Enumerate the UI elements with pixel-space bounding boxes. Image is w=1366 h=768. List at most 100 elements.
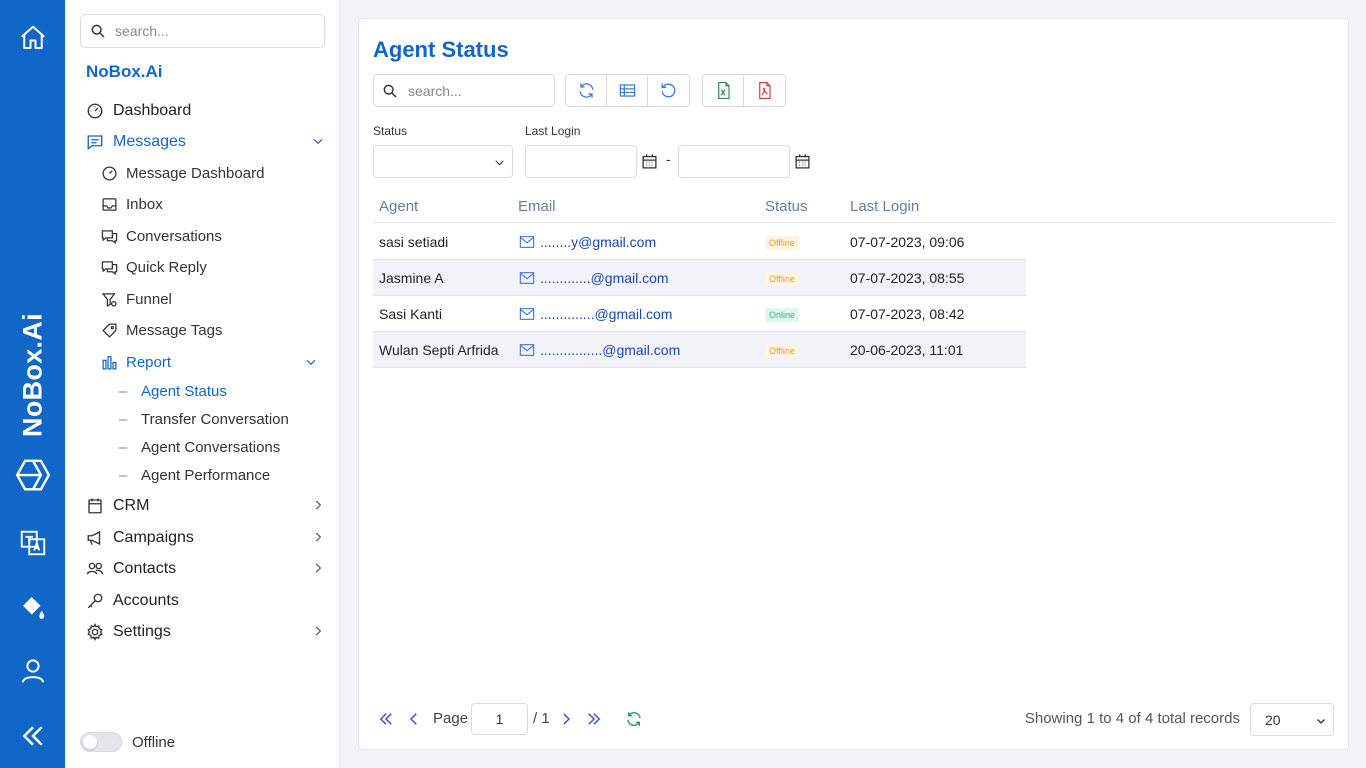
main-card: Agent Status search... Status Last Login…	[358, 18, 1349, 750]
mail-icon	[519, 344, 535, 356]
last-login: 07-07-2023, 08:42	[850, 306, 965, 322]
date-separator: -	[666, 151, 671, 167]
chat-icon	[99, 257, 119, 277]
page-number-input[interactable]: 1	[471, 703, 528, 735]
sidebar-item-conversations[interactable]: Conversations	[99, 224, 324, 248]
refresh-button[interactable]	[566, 75, 607, 106]
date-from-input[interactable]	[525, 145, 637, 178]
next-page-icon[interactable]	[557, 710, 575, 728]
sidebar-item-campaigns[interactable]: Campaigns	[85, 525, 330, 551]
pdf-icon	[759, 81, 771, 100]
excel-icon	[717, 81, 730, 100]
gear-icon	[85, 622, 105, 642]
agent-name: Jasmine A	[379, 270, 444, 286]
sidebar-item-crm[interactable]: CRM	[85, 493, 330, 519]
sidebar-search-input[interactable]: search...	[80, 14, 325, 48]
last-page-icon[interactable]	[585, 710, 603, 728]
column-header-agent[interactable]: Agent	[379, 198, 418, 215]
sidebar-item-transfer-conversation[interactable]: – Transfer Conversation	[119, 408, 324, 430]
sidebar-item-accounts[interactable]: Accounts	[85, 588, 330, 614]
last-login: 07-07-2023, 09:06	[850, 234, 965, 250]
agent-email[interactable]: .............@gmail.com	[519, 270, 669, 286]
sidebar-item-settings[interactable]: Settings	[85, 619, 330, 645]
last-login-filter-label: Last Login	[525, 124, 581, 138]
reset-button[interactable]	[648, 75, 689, 106]
sidebar-item-quick-reply[interactable]: Quick Reply	[99, 255, 324, 279]
refresh-icon[interactable]	[625, 710, 643, 728]
contacts-icon	[85, 559, 105, 579]
home-icon[interactable]	[16, 21, 50, 55]
chevron-right-icon	[315, 626, 322, 636]
column-header-status[interactable]: Status	[765, 198, 808, 215]
table-search-input[interactable]: search...	[373, 74, 555, 107]
columns-button[interactable]	[607, 75, 648, 106]
app-rail: NoBox.Ai	[0, 0, 65, 768]
page-title: Agent Status	[373, 37, 509, 62]
chevron-right-icon	[315, 532, 322, 542]
funnel-icon	[99, 289, 119, 309]
megaphone-icon	[85, 528, 105, 548]
crm-icon	[85, 496, 105, 516]
export-excel-button[interactable]	[703, 75, 744, 106]
table-row[interactable]: Sasi Kanti ..............@gmail.com Onli…	[373, 296, 1026, 332]
sidebar-item-agent-conversations[interactable]: – Agent Conversations	[119, 436, 324, 458]
sidebar-item-inbox[interactable]: Inbox	[99, 192, 324, 216]
agent-email[interactable]: ..............@gmail.com	[519, 306, 672, 322]
chevron-down-icon	[1317, 719, 1325, 724]
sidebar-item-contacts[interactable]: Contacts	[85, 556, 330, 582]
sidebar-item-funnel[interactable]: Funnel	[99, 287, 324, 311]
agent-name: Wulan Septi Arfrida	[379, 342, 499, 358]
message-icon	[85, 132, 105, 152]
records-summary: Showing 1 to 4 of 4 total records	[1024, 710, 1240, 727]
export-pdf-button[interactable]	[744, 75, 785, 106]
table-row[interactable]: Wulan Septi Arfrida ................@gma…	[373, 332, 1026, 368]
agent-email[interactable]: ........y@gmail.com	[519, 234, 656, 250]
calendar-icon[interactable]	[641, 153, 658, 170]
prev-page-icon[interactable]	[405, 710, 423, 728]
column-header-email[interactable]: Email	[518, 198, 556, 215]
translate-icon[interactable]	[16, 526, 50, 560]
last-login: 07-07-2023, 08:55	[850, 270, 965, 286]
search-icon	[383, 84, 397, 98]
chevron-down-icon	[306, 359, 316, 366]
user-icon[interactable]	[16, 654, 50, 688]
first-page-icon[interactable]	[377, 710, 395, 728]
table-toolbar	[565, 74, 690, 107]
status-badge: Online	[765, 308, 800, 322]
calendar-icon[interactable]	[794, 153, 811, 170]
sidebar-item-agent-status[interactable]: – Agent Status	[119, 380, 324, 402]
sidebar: search... NoBox.Ai Dashboard Messages Me…	[65, 0, 340, 768]
sidebar-item-agent-performance[interactable]: – Agent Performance	[119, 464, 324, 486]
key-icon	[85, 591, 105, 611]
tag-icon	[99, 320, 119, 340]
pagination: Page 1 / 1 Showing 1 to 4 of 4 total rec…	[373, 703, 1334, 736]
status-select[interactable]	[373, 145, 513, 178]
report-icon	[99, 352, 119, 372]
mail-icon	[519, 236, 535, 248]
column-header-last-login[interactable]: Last Login	[850, 198, 919, 215]
chat-icon	[99, 226, 119, 246]
online-status-toggle[interactable]: Offline	[80, 732, 175, 752]
sidebar-item-message-tags[interactable]: Message Tags	[99, 318, 324, 342]
gauge-icon	[99, 163, 119, 183]
mail-icon	[519, 308, 535, 320]
paint-bucket-icon[interactable]	[16, 590, 50, 624]
sidebar-item-messages[interactable]: Messages	[85, 129, 330, 155]
table-row[interactable]: Jasmine A .............@gmail.com Offlin…	[373, 260, 1026, 296]
double-chevron-left-icon[interactable]	[16, 719, 50, 753]
table-row[interactable]: sasi setiadi ........y@gmail.com Offline…	[373, 224, 1026, 260]
chevron-right-icon	[315, 563, 322, 573]
chevron-right-icon	[315, 500, 322, 510]
sidebar-item-report[interactable]: Report	[99, 350, 324, 374]
date-to-input[interactable]	[678, 145, 790, 178]
page-size-select[interactable]: 20	[1250, 703, 1334, 736]
sidebar-item-dashboard[interactable]: Dashboard	[85, 98, 330, 124]
toggle-switch[interactable]	[80, 732, 122, 752]
sidebar-item-message-dashboard[interactable]: Message Dashboard	[99, 161, 324, 185]
chevron-down-icon	[313, 138, 323, 145]
status-badge: Offline	[765, 272, 799, 286]
agent-email[interactable]: ................@gmail.com	[519, 342, 680, 358]
undo-icon	[661, 83, 676, 98]
agent-name: sasi setiadi	[379, 234, 449, 250]
table-icon	[619, 84, 635, 97]
